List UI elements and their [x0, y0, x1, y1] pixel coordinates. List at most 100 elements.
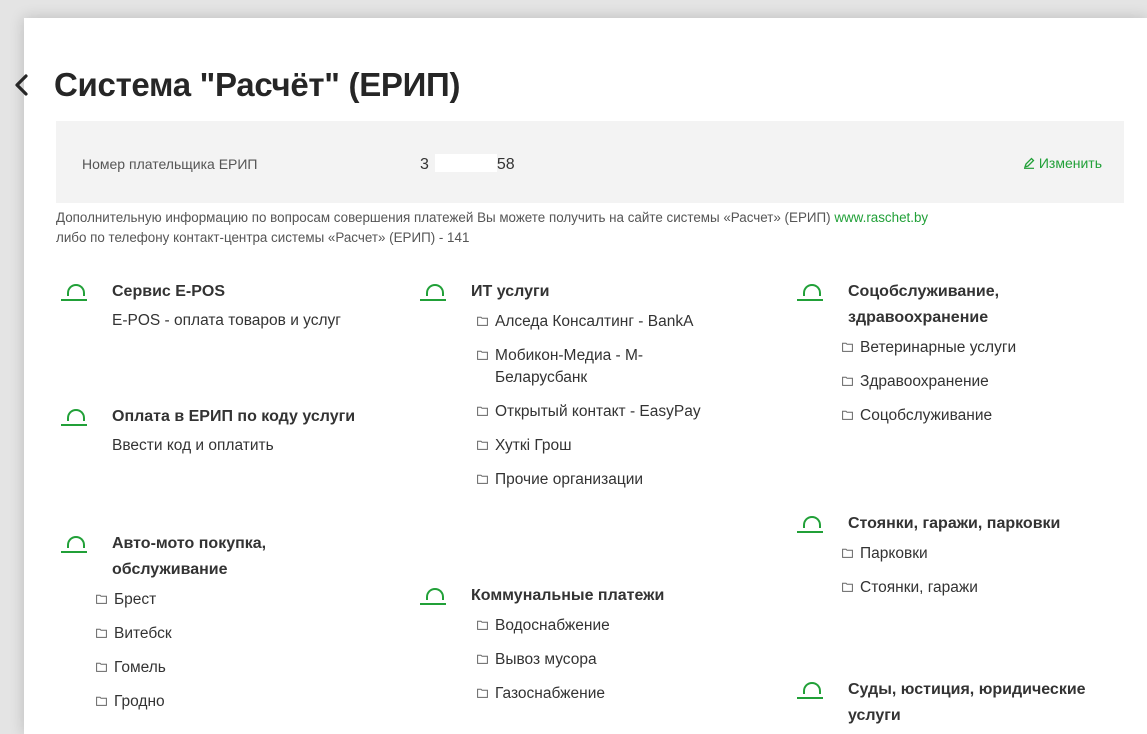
group-courts: Суды, юстиция, юридические услуги	[792, 677, 1122, 729]
folder-item[interactable]: Брест	[96, 589, 386, 611]
folder-icon	[477, 345, 495, 389]
folder-label: Витебск	[114, 625, 172, 642]
folder-item[interactable]: Витебск	[96, 623, 386, 645]
change-label: Изменить	[1038, 155, 1102, 171]
folder-label: Вывоз мусора	[495, 651, 597, 668]
folder-label: Стоянки, гаражи	[860, 579, 978, 596]
folder-item[interactable]: Прочие организации	[477, 469, 745, 491]
page-header: Система "Расчёт" (ЕРИП)	[14, 66, 460, 104]
folder-label: Газоснабжение	[495, 685, 605, 702]
group-title: ИТ услуги	[471, 283, 550, 300]
arc-icon	[56, 531, 112, 557]
group-header-parking[interactable]: Стоянки, гаражи, парковки	[792, 511, 1122, 537]
folder-item[interactable]: Вывоз мусора	[477, 649, 745, 671]
folder-icon	[96, 657, 114, 679]
folder-icon	[477, 401, 495, 423]
arc-icon	[415, 583, 471, 609]
folder-icon	[477, 435, 495, 457]
folder-label: Гомель	[114, 659, 166, 676]
group-parking: Стоянки, гаражи, парковки Парковки Стоян…	[792, 511, 1122, 599]
folder-item[interactable]: Парковки	[842, 543, 1122, 565]
folder-label: Открытый контакт - EasyPay	[495, 403, 701, 420]
folder-label: Брест	[114, 591, 157, 608]
group-title: Сервис E-POS	[112, 283, 226, 300]
info-text-1: Дополнительную информацию по вопросам со…	[56, 210, 831, 225]
folder-icon	[477, 311, 495, 333]
group-auto: Авто-мото покупка, обслуживание Брест Ви…	[56, 531, 386, 713]
payer-panel: Номер плательщика ЕРИП 3 58 Изменить	[56, 121, 1124, 203]
folder-icon	[96, 623, 114, 645]
payer-number-suffix: 58	[496, 156, 515, 173]
group-social: Соцобслуживание, здравоохранение Ветерин…	[792, 279, 1122, 427]
arc-icon	[792, 511, 848, 537]
group-header-epos[interactable]: Сервис E-POS	[56, 279, 386, 305]
folder-item[interactable]: Газоснабжение	[477, 683, 745, 705]
number-mask	[434, 154, 497, 172]
group-header-code[interactable]: Оплата в ЕРИП по коду услуги	[56, 404, 386, 430]
folder-item[interactable]: Стоянки, гаражи	[842, 577, 1122, 599]
folder-icon	[96, 589, 114, 611]
arc-icon	[792, 677, 848, 703]
folder-item[interactable]: Здравоохранение	[842, 371, 1122, 393]
folder-icon	[96, 691, 114, 713]
group-item[interactable]: E-POS - оплата товаров и услуг	[112, 310, 386, 332]
folder-label: Алседа Консалтинг - BankA	[495, 313, 694, 330]
folder-item[interactable]: Водоснабжение	[477, 615, 745, 637]
group-title: Соцобслуживание, здравоохранение	[848, 283, 1000, 326]
payer-number: 3 58	[420, 154, 515, 174]
pencil-icon	[1023, 157, 1035, 169]
arc-icon	[56, 279, 112, 305]
group-code: Оплата в ЕРИП по коду услуги Ввести код …	[56, 404, 386, 457]
folder-icon	[477, 469, 495, 491]
payer-number-prefix: 3	[420, 156, 429, 173]
group-epos: Сервис E-POS E-POS - оплата товаров и ус…	[56, 279, 386, 332]
group-title: Авто-мото покупка, обслуживание	[112, 535, 267, 578]
group-header-courts[interactable]: Суды, юстиция, юридические услуги	[792, 677, 1122, 729]
folder-item[interactable]: Гомель	[96, 657, 386, 679]
folder-item[interactable]: Алседа Консалтинг - BankA	[477, 311, 745, 333]
arc-icon	[415, 279, 471, 305]
arc-icon	[56, 404, 112, 430]
folder-label: Прочие организации	[495, 471, 644, 488]
group-it: ИТ услуги Алседа Консалтинг - BankA Моби…	[415, 279, 745, 491]
change-button[interactable]: Изменить	[1023, 155, 1102, 171]
folder-item[interactable]: Хуткi Грош	[477, 435, 745, 457]
payer-label: Номер плательщика ЕРИП	[82, 156, 258, 172]
group-title: Оплата в ЕРИП по коду услуги	[112, 408, 356, 425]
group-communal: Коммунальные платежи Водоснабжение Вывоз…	[415, 583, 745, 705]
folder-label: Гродно	[114, 693, 165, 710]
folder-item[interactable]: Открытый контакт - EasyPay	[477, 401, 745, 423]
group-header-social[interactable]: Соцобслуживание, здравоохранение	[792, 279, 1122, 331]
info-text: Дополнительную информацию по вопросам со…	[56, 208, 1122, 248]
folder-item[interactable]: Гродно	[96, 691, 386, 713]
folder-icon	[842, 543, 860, 565]
folder-label: Парковки	[860, 545, 928, 562]
folder-icon	[842, 371, 860, 393]
raschet-link[interactable]: www.raschet.by	[834, 210, 928, 225]
chevron-left-icon[interactable]	[14, 74, 54, 96]
folder-icon	[477, 683, 495, 705]
folder-item[interactable]: Мобикон-Медиа - М-Беларусбанк	[477, 345, 745, 389]
folder-label: Хуткi Грош	[495, 437, 572, 454]
folder-icon	[477, 649, 495, 671]
group-title: Коммунальные платежи	[471, 587, 665, 604]
folder-label: Соцобслуживание	[860, 407, 993, 424]
folder-label: Водоснабжение	[495, 617, 610, 634]
folder-icon	[842, 405, 860, 427]
folder-label: Мобикон-Медиа - М-Беларусбанк	[495, 347, 644, 386]
folder-label: Здравоохранение	[860, 373, 989, 390]
group-header-auto[interactable]: Авто-мото покупка, обслуживание	[56, 531, 386, 583]
group-title: Суды, юстиция, юридические услуги	[848, 681, 1086, 724]
folder-item[interactable]: Соцобслуживание	[842, 405, 1122, 427]
group-item[interactable]: Ввести код и оплатить	[112, 435, 386, 457]
arc-icon	[792, 279, 848, 305]
folder-label: Ветеринарные услуги	[860, 339, 1017, 356]
group-header-it[interactable]: ИТ услуги	[415, 279, 745, 305]
folder-item[interactable]: Ветеринарные услуги	[842, 337, 1122, 359]
info-text-2: либо по телефону контакт-центра системы …	[56, 230, 470, 245]
group-header-communal[interactable]: Коммунальные платежи	[415, 583, 745, 609]
folder-icon	[477, 615, 495, 637]
page-title: Система "Расчёт" (ЕРИП)	[54, 66, 461, 103]
folder-icon	[842, 337, 860, 359]
group-title: Стоянки, гаражи, парковки	[848, 515, 1061, 532]
